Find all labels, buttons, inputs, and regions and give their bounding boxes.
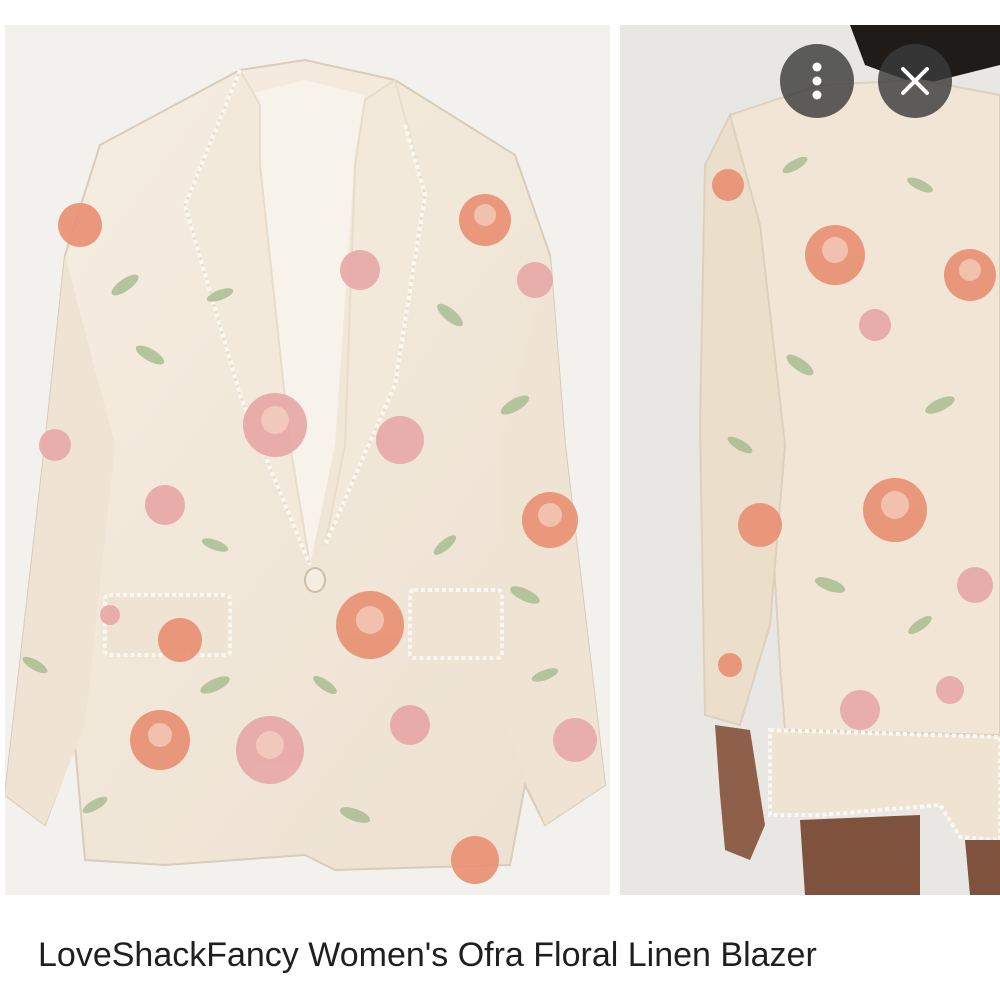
close-button[interactable]	[878, 44, 952, 118]
more-options-button[interactable]	[780, 44, 854, 118]
blazer-back-image	[698, 25, 1000, 895]
product-title[interactable]: LoveShackFancy Women's Ofra Floral Linen…	[38, 936, 817, 975]
product-image-front[interactable]	[5, 25, 610, 895]
blazer-front-image	[5, 58, 607, 884]
product-image-back[interactable]	[620, 25, 1000, 895]
close-icon	[901, 67, 929, 95]
more-vert-icon	[812, 62, 822, 100]
